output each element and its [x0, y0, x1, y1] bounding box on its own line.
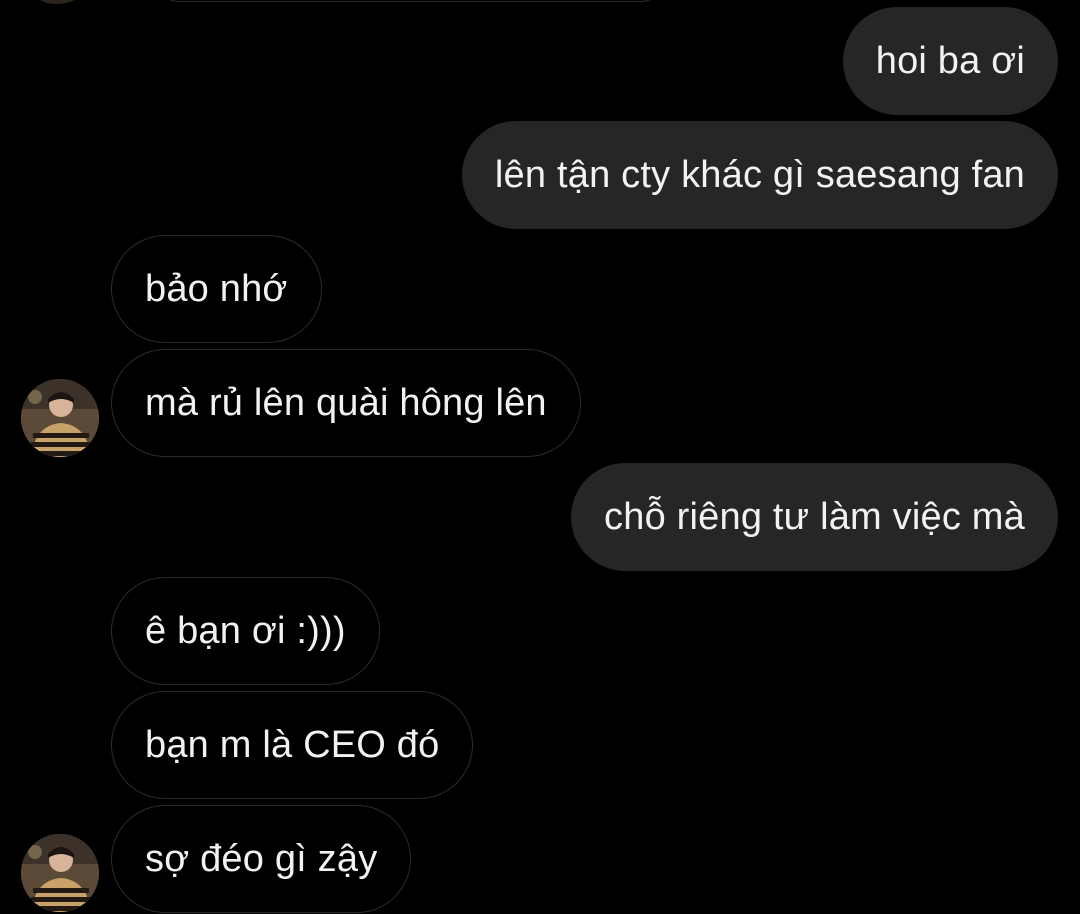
incoming-message-bubble[interactable]: sợ đéo gì zậy — [111, 805, 412, 913]
incoming-message-bubble[interactable]: mà rủ lên quài hông lên — [111, 349, 581, 457]
message-text: chỗ riêng tư làm việc mà — [604, 495, 1025, 538]
message-text: mà rủ lên quài hông lên — [145, 381, 547, 424]
contact-avatar-icon[interactable] — [21, 834, 99, 912]
previous-message-bubble-fragment[interactable] — [150, 0, 670, 2]
outgoing-message-bubble[interactable]: chỗ riêng tư làm việc mà — [571, 463, 1058, 571]
incoming-message-bubble[interactable]: ê bạn ơi :))) — [111, 577, 380, 685]
outgoing-message-bubble[interactable]: lên tận cty khác gì saesang fan — [461, 121, 1058, 229]
chat-thread: hoi ba ơi lên tận cty khác gì saesang fa… — [0, 0, 1080, 914]
message-text: hoi ba ơi — [875, 39, 1025, 82]
incoming-message-bubble[interactable]: bạn m là CEO đó — [111, 691, 474, 799]
previous-avatar-fragment — [30, 0, 84, 4]
outgoing-message-bubble[interactable]: hoi ba ơi — [842, 7, 1058, 115]
message-text: bảo nhớ — [145, 267, 288, 310]
contact-avatar-icon[interactable] — [21, 379, 99, 457]
message-text: lên tận cty khác gì saesang fan — [494, 153, 1025, 196]
avatar-photo-icon — [21, 379, 99, 457]
incoming-message-bubble[interactable]: bảo nhớ — [111, 235, 322, 343]
message-text: sợ đéo gì zậy — [145, 837, 378, 880]
message-text: bạn m là CEO đó — [145, 723, 440, 766]
message-text: ê bạn ơi :))) — [145, 609, 346, 652]
avatar-photo-icon — [21, 834, 99, 912]
